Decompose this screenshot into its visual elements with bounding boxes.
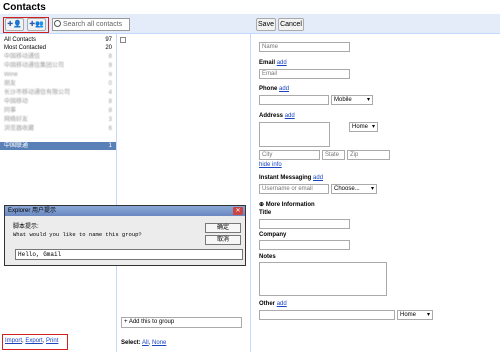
address-type-select[interactable]: Home <box>349 122 378 132</box>
im-field[interactable]: Username or email <box>259 184 329 194</box>
plus-icon: ⊕ <box>259 202 266 208</box>
cancel-button[interactable]: Cancel <box>278 18 304 31</box>
group-item[interactable]: 朋友 0 <box>0 80 116 88</box>
add-email-link[interactable]: add <box>277 60 287 66</box>
search-icon <box>54 20 61 27</box>
add-phone-link[interactable]: add <box>279 86 289 92</box>
dialog-title: Explorer 用户提示 <box>5 206 245 216</box>
group-item[interactable]: 同事 8 <box>0 107 116 115</box>
group-item[interactable]: 网络好友 3 <box>0 116 116 124</box>
phone-type-select[interactable]: Mobile <box>331 95 373 105</box>
search-input[interactable]: Search all contacts <box>52 18 130 31</box>
person-plus-icon: ✚👤 <box>7 21 22 28</box>
address-label: Address add <box>259 113 295 119</box>
group-item[interactable]: 浏览器收藏 6 <box>0 125 116 133</box>
group-plus-icon: ✚👥 <box>29 21 44 28</box>
close-icon: ✕ <box>235 208 241 214</box>
more-information-toggle[interactable]: ⊕ More Information <box>259 201 315 208</box>
select-row: Select: All, None <box>121 340 167 346</box>
other-label: Other add <box>259 301 287 307</box>
group-item[interactable]: 中国移动通信 8 <box>0 53 116 61</box>
phone-label: Phone add <box>259 86 290 92</box>
toolbar: ✚👤 ✚👥 Search all contacts Save Cancel <box>0 14 500 34</box>
other-field[interactable] <box>259 310 395 320</box>
name-field[interactable]: Name <box>259 42 350 52</box>
dialog-question: What would you like to name this group? <box>13 231 142 238</box>
select-all-link[interactable]: All <box>142 340 149 346</box>
add-group-button[interactable]: ✚👥 <box>27 18 46 31</box>
notes-label: Notes <box>259 254 276 260</box>
state-field[interactable]: State <box>322 150 345 160</box>
group-all-contacts[interactable]: All Contacts 97 <box>0 36 116 44</box>
email-field[interactable]: Email <box>259 69 350 79</box>
group-item-selected[interactable]: 中国联通 1 <box>0 142 116 150</box>
dialog-prompt-label: 脚本提示: <box>13 224 39 230</box>
contact-form: Name Email add Email Phone add Mobile Ad… <box>251 34 500 352</box>
phone-field[interactable] <box>259 95 329 105</box>
group-most-contacted[interactable]: Most Contacted 20 <box>0 44 116 52</box>
im-service-select[interactable]: Choose... <box>331 184 377 194</box>
title-label: Title <box>259 210 272 216</box>
select-all-checkbox[interactable] <box>120 37 126 43</box>
group-item[interactable]: 长沙市移动通信有限公司 4 <box>0 89 116 97</box>
title-field[interactable] <box>259 219 350 229</box>
address-textarea[interactable] <box>259 122 330 147</box>
group-item[interactable]: 中国移动通信集团公司 9 <box>0 62 116 70</box>
group-item[interactable]: Wine 9 <box>0 71 116 79</box>
dialog-cancel-button[interactable]: 取消 <box>205 235 241 245</box>
dialog-ok-button[interactable]: 确定 <box>205 223 241 233</box>
other-type-select[interactable]: Home <box>397 310 433 320</box>
groups-pane: All Contacts 97 Most Contacted 20 中国移动通信 8 … <box>0 34 117 352</box>
page-title: Contacts <box>3 2 46 13</box>
im-label: Instant Messaging add <box>259 175 324 181</box>
add-address-link[interactable]: add <box>285 113 295 119</box>
notes-textarea[interactable] <box>259 262 387 296</box>
company-label: Company <box>259 232 287 238</box>
dialog-input[interactable]: Hello, Gmail <box>15 249 243 260</box>
add-contact-button[interactable]: ✚👤 <box>5 18 24 31</box>
export-link[interactable]: Export <box>25 338 42 344</box>
add-other-link[interactable]: add <box>277 301 287 307</box>
footer-links: Import, Export, Print <box>2 334 68 350</box>
select-none-link[interactable]: None <box>152 340 166 346</box>
city-field[interactable]: City <box>259 150 320 160</box>
zip-field[interactable]: Zip <box>347 150 390 160</box>
dialog-close-button[interactable]: ✕ <box>233 207 243 215</box>
add-to-group-dropdown[interactable]: + Add this to group <box>121 317 242 328</box>
prompt-dialog: Explorer 用户提示 ✕ 脚本提示: What would you lik… <box>4 205 246 266</box>
add-buttons-group: ✚👤 ✚👥 <box>3 17 49 33</box>
contacts-pane <box>117 34 251 352</box>
add-im-link[interactable]: add <box>313 175 323 181</box>
save-button[interactable]: Save <box>256 18 276 31</box>
print-link[interactable]: Print <box>46 338 58 344</box>
hide-info-link[interactable]: hide info <box>259 162 282 168</box>
company-field[interactable] <box>259 240 350 250</box>
group-item[interactable]: 中国移动 8 <box>0 98 116 106</box>
email-label: Email add <box>259 60 287 66</box>
import-link[interactable]: Import <box>5 338 22 344</box>
